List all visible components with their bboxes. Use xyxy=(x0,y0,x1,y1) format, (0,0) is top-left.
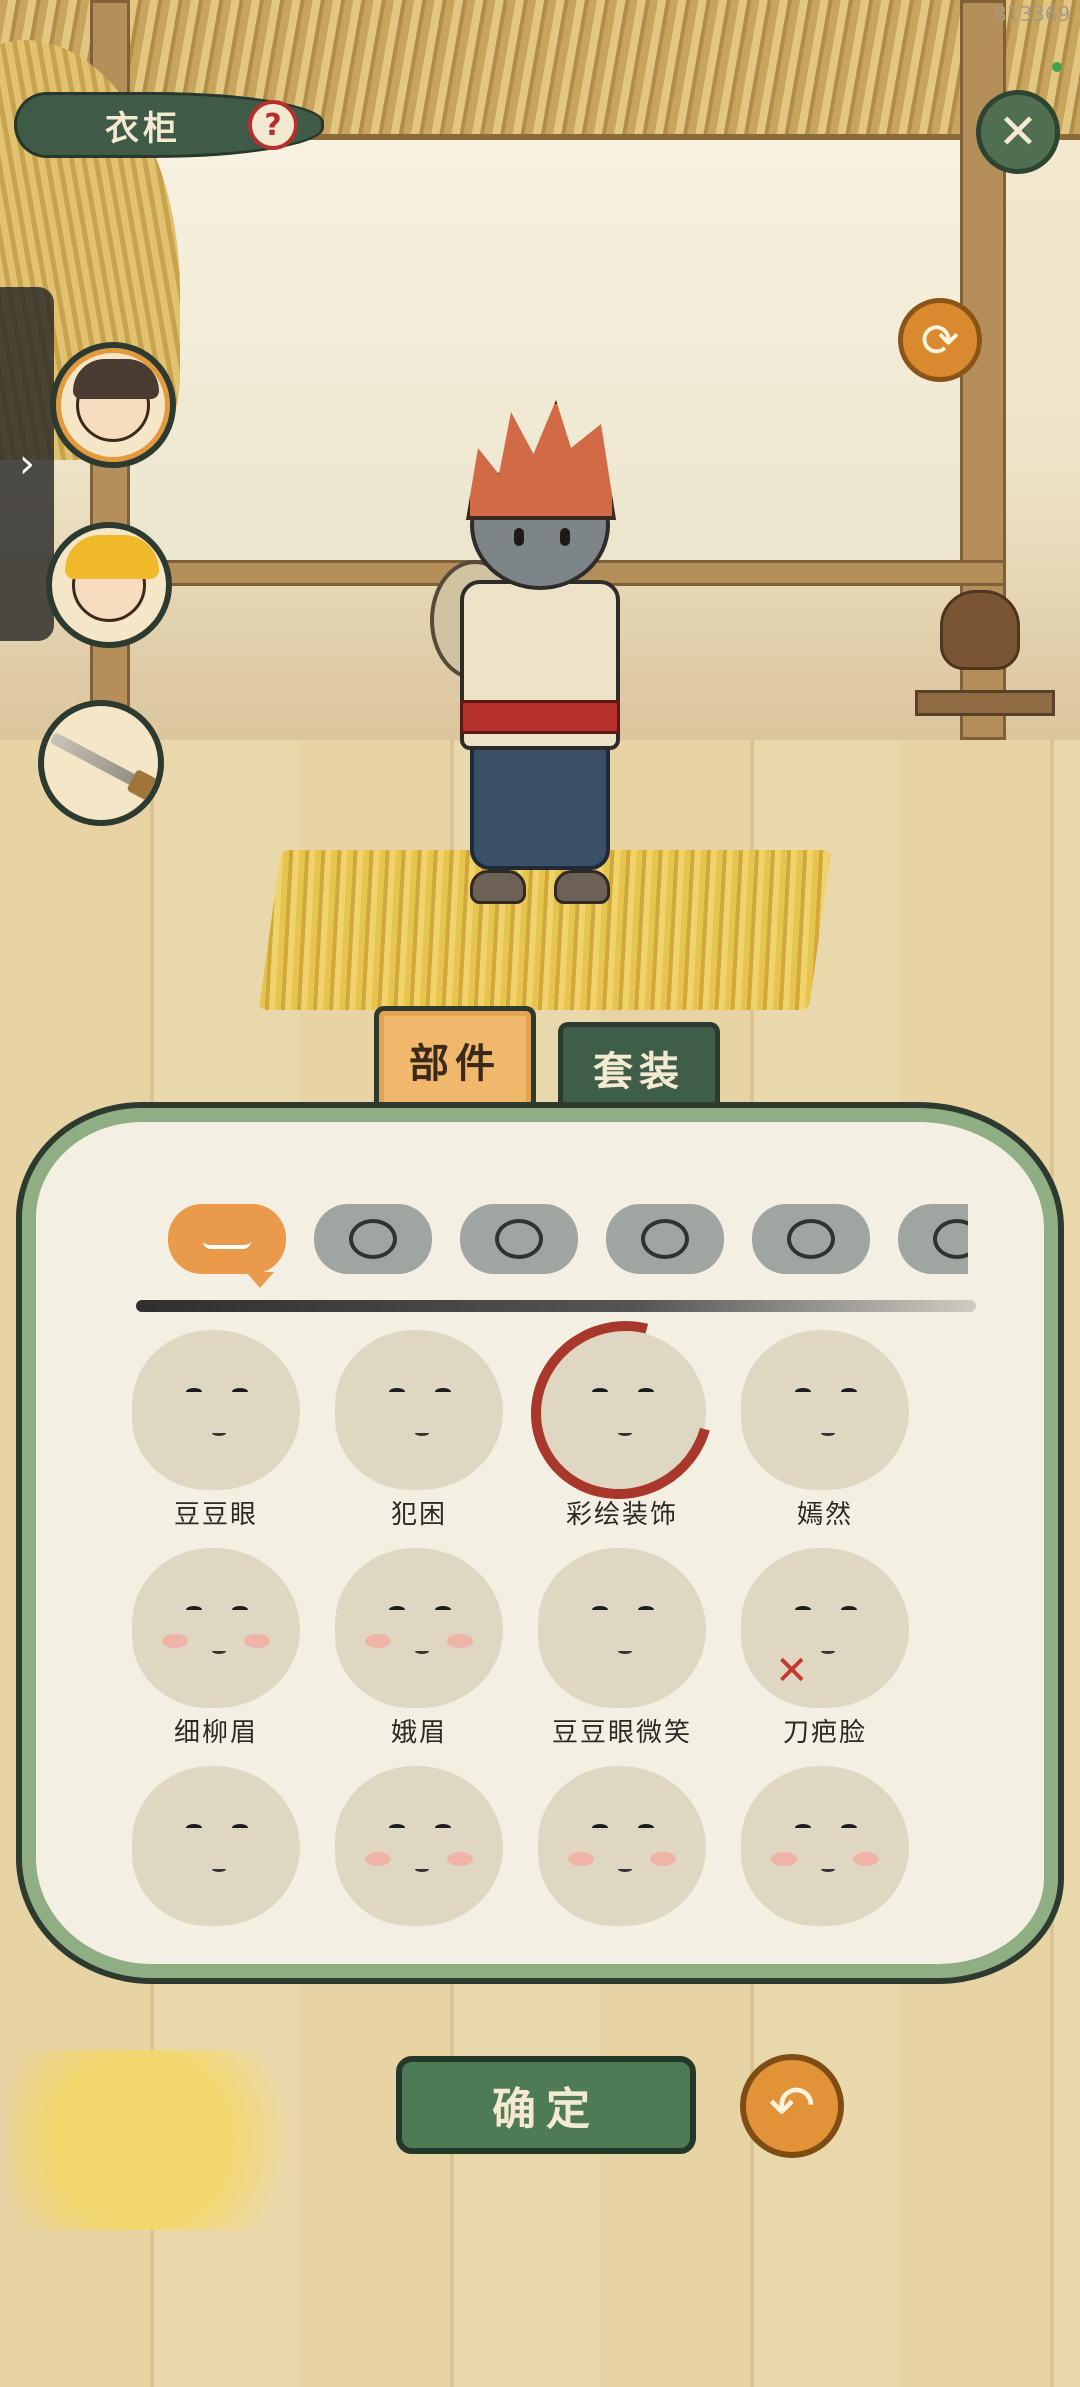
category-back[interactable] xyxy=(752,1204,870,1274)
face-preview xyxy=(741,1766,909,1926)
face-item-label: 犯困 xyxy=(390,1500,447,1530)
hair-icon xyxy=(349,1219,397,1259)
category-pointer xyxy=(246,1272,274,1288)
face-item[interactable]: ✕ 刀疤脸 xyxy=(735,1548,915,1748)
face-preview xyxy=(335,1766,503,1926)
face-preview xyxy=(335,1548,503,1708)
category-more[interactable] xyxy=(898,1204,968,1274)
character-eye xyxy=(514,528,524,546)
face-item-label: 豆豆眼 xyxy=(173,1500,258,1530)
category-hair[interactable] xyxy=(314,1204,432,1274)
face-item[interactable]: 娥眉 xyxy=(329,1548,509,1748)
character-feet xyxy=(470,870,610,910)
wardrobe-panel: 豆豆眼 犯困 彩绘装饰 嫣然 细柳眉 娥眉 豆豆眼微笑 ✕ 刀疤脸 xyxy=(16,1102,1064,1984)
character-legs xyxy=(470,740,610,870)
face-preview xyxy=(741,1330,909,1490)
character-belt xyxy=(460,700,620,734)
brush-divider xyxy=(136,1300,976,1312)
face-icon xyxy=(203,1229,251,1249)
face-item-label: 刀疤脸 xyxy=(782,1718,867,1748)
face-preview xyxy=(132,1548,300,1708)
scar-mark-icon: ✕ xyxy=(775,1648,809,1694)
face-preview: ✕ xyxy=(741,1548,909,1708)
character-portrait-icon xyxy=(73,359,159,442)
face-item[interactable]: 豆豆眼 xyxy=(126,1330,306,1530)
mountain-icon xyxy=(787,1219,835,1259)
status-dot xyxy=(1052,62,1062,72)
category-accessory[interactable] xyxy=(606,1204,724,1274)
face-preview xyxy=(132,1766,300,1926)
more-icon xyxy=(933,1219,968,1259)
character-portrait-icon xyxy=(65,535,159,622)
face-item[interactable]: 犯困 xyxy=(329,1330,509,1530)
face-item-label: 嫣然 xyxy=(796,1500,853,1530)
character-slot-2[interactable] xyxy=(46,522,172,648)
face-preview xyxy=(335,1330,503,1490)
face-item[interactable]: 彩绘装饰 xyxy=(498,1287,746,1533)
close-button[interactable]: ✕ xyxy=(976,90,1060,174)
fallen-leaves xyxy=(10,2050,340,2230)
face-item-label: 豆豆眼微笑 xyxy=(551,1718,692,1748)
character-hair xyxy=(466,400,616,520)
character-slot-1[interactable] xyxy=(50,342,176,468)
face-item[interactable] xyxy=(735,1766,915,1964)
face-item-label: 娥眉 xyxy=(390,1718,447,1748)
rotate-character-button[interactable]: ⟳ xyxy=(898,298,982,382)
category-bar[interactable] xyxy=(168,1204,968,1276)
category-face[interactable] xyxy=(168,1204,286,1274)
tab-parts[interactable]: 部件 xyxy=(374,1006,536,1108)
weapon-slot[interactable] xyxy=(38,700,164,826)
sword-icon xyxy=(49,731,153,795)
page-title: 衣柜 xyxy=(105,108,181,149)
undo-button[interactable]: ↶ xyxy=(740,2054,844,2158)
category-clothing[interactable] xyxy=(460,1204,578,1274)
face-preview xyxy=(538,1766,706,1926)
confirm-button[interactable]: 确定 xyxy=(396,2056,696,2154)
tab-outfits[interactable]: 套装 xyxy=(558,1022,720,1108)
wooden-stool xyxy=(915,690,1055,716)
build-id: 813369 xyxy=(994,2,1071,26)
face-item[interactable]: 豆豆眼微笑 xyxy=(532,1548,712,1748)
face-item-label: 细柳眉 xyxy=(173,1718,258,1748)
face-item[interactable] xyxy=(126,1766,306,1964)
face-item[interactable]: 细柳眉 xyxy=(126,1548,306,1748)
face-item[interactable]: 嫣然 xyxy=(735,1330,915,1530)
character-preview xyxy=(430,400,650,960)
clothing-icon xyxy=(495,1219,543,1259)
face-preview xyxy=(132,1330,300,1490)
face-item[interactable] xyxy=(329,1766,509,1964)
face-item[interactable] xyxy=(532,1766,712,1964)
help-icon[interactable]: ? xyxy=(248,100,298,150)
face-item-label: 彩绘装饰 xyxy=(565,1500,678,1530)
flower-icon xyxy=(641,1219,689,1259)
face-preview xyxy=(538,1548,706,1708)
character-eye xyxy=(560,528,570,546)
clay-pot xyxy=(940,590,1020,670)
